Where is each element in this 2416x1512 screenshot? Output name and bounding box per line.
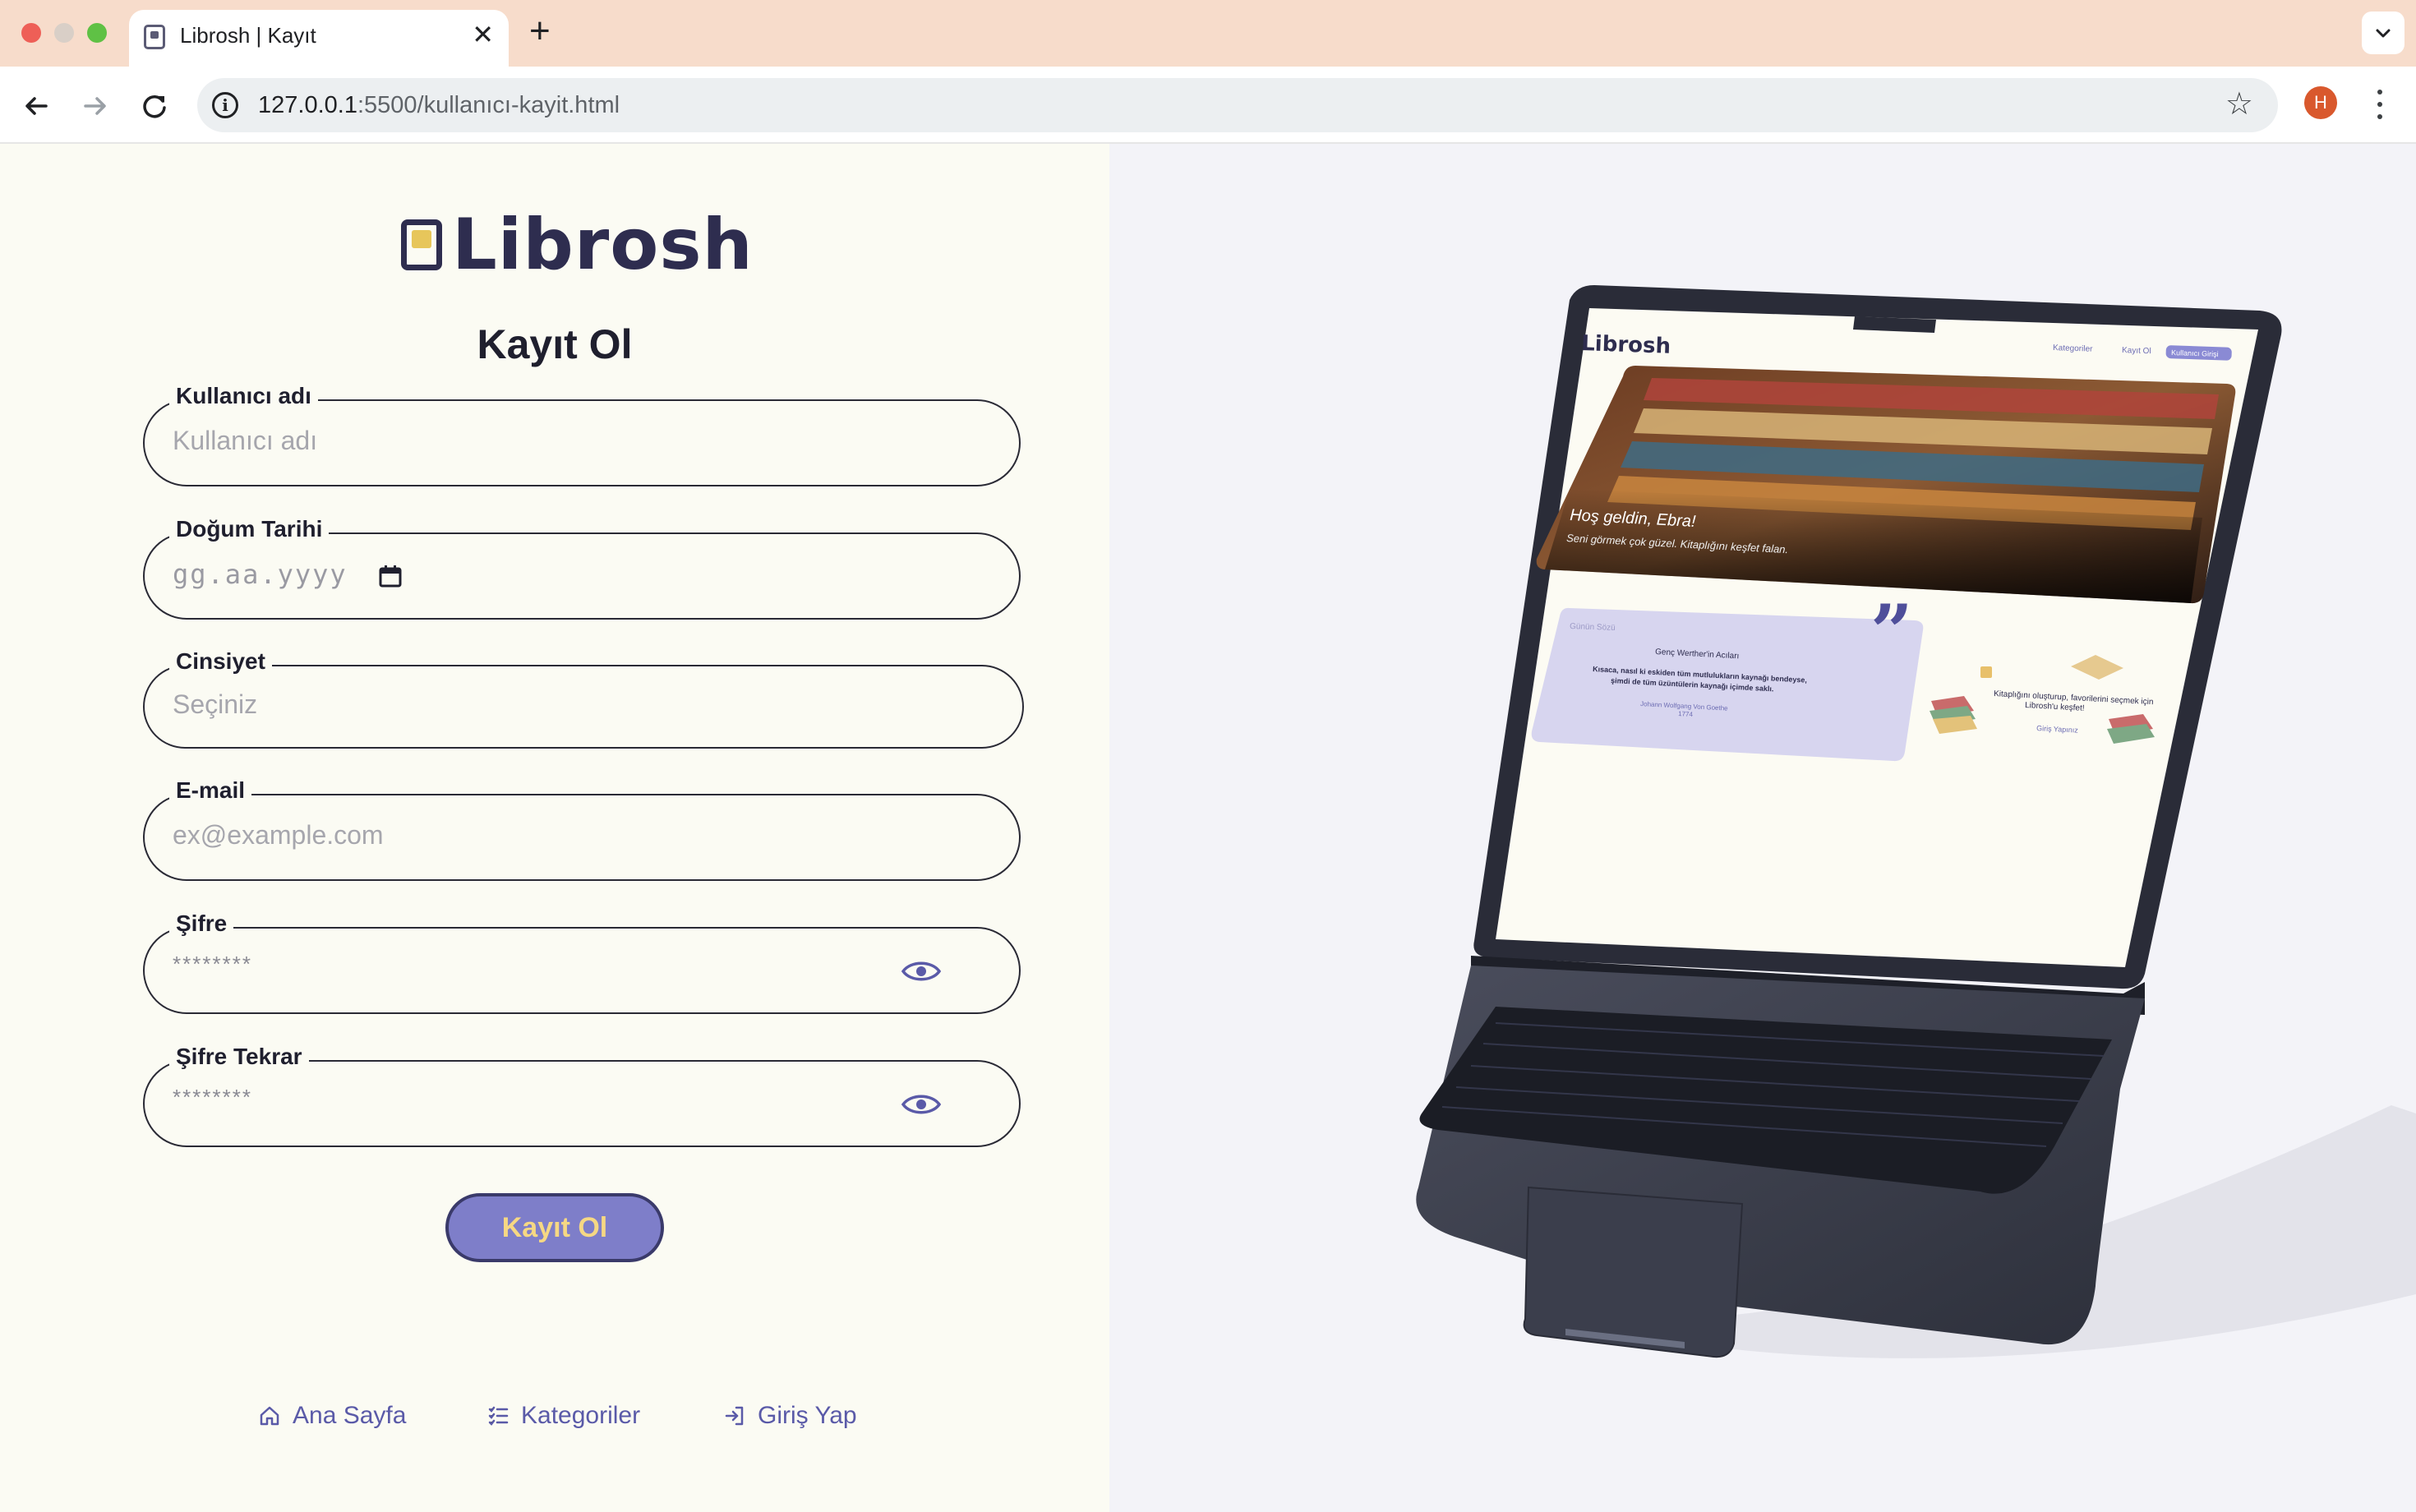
footer-link-login[interactable]: Giriş Yap — [723, 1402, 857, 1430]
bookmark-star-icon[interactable]: ☆ — [2225, 88, 2253, 121]
window-close-button[interactable] — [21, 23, 41, 43]
url-host: 127.0.0.1 — [258, 92, 357, 118]
quote-mark-icon: ” — [1870, 588, 1913, 675]
url-path: :5500/kullanıcı-kayit.html — [357, 92, 620, 118]
birthdate-label: Doğum Tarihi — [169, 513, 330, 546]
calendar-icon[interactable] — [378, 564, 403, 588]
tab-title: Librosh | Kayıt — [180, 23, 316, 48]
browser-menu-icon[interactable] — [2367, 81, 2393, 127]
tab-close-icon[interactable]: ✕ — [472, 20, 494, 49]
footer-categories-label: Kategoriler — [521, 1402, 641, 1429]
chevron-down-icon — [2376, 29, 2391, 38]
footer-home-label: Ana Sayfa — [293, 1402, 407, 1429]
eye-icon[interactable] — [901, 958, 942, 984]
laptop-illustration: Librosh Kategoriler Kayıt Ol Kullanıcı G… — [1416, 285, 2416, 1358]
password-repeat-field[interactable]: Şifre Tekrar ******** — [143, 1040, 1021, 1147]
footer-login-label: Giriş Yap — [758, 1402, 857, 1429]
site-logo[interactable]: Librosh — [401, 204, 754, 286]
page-title: Kayıt Ol — [477, 321, 633, 367]
tea-cup-icon — [1980, 666, 1992, 678]
eye-icon[interactable] — [901, 1091, 942, 1118]
mini-quote-header: Günün Sözü — [1570, 622, 1616, 633]
browser-tab[interactable]: Librosh | Kayıt ✕ — [129, 10, 509, 67]
window-maximize-button[interactable] — [87, 23, 107, 43]
email-field[interactable]: E-mail ex@example.com — [143, 774, 1021, 881]
login-icon — [725, 1406, 744, 1426]
mini-quote-year: 1774 — [1678, 710, 1694, 718]
mini-nav-login: Kullanıcı Girişi — [2171, 348, 2219, 358]
tab-search-button[interactable] — [2362, 12, 2404, 54]
footer-link-categories[interactable]: Kategoriler — [486, 1402, 640, 1430]
browser-tab-bar: Librosh | Kayıt ✕ + — [0, 0, 2416, 67]
trackpad — [1523, 1186, 1744, 1358]
password-field[interactable]: Şifre ******** — [143, 907, 1021, 1014]
forward-arrow-icon[interactable] — [77, 88, 113, 124]
site-info-icon[interactable] — [212, 92, 238, 118]
url-text[interactable]: 127.0.0.1:5500/kullanıcı-kayit.html — [258, 92, 620, 119]
back-arrow-icon[interactable] — [18, 88, 54, 124]
mini-nav-register: Kayıt Ol — [2122, 346, 2151, 356]
address-bar[interactable]: 127.0.0.1:5500/kullanıcı-kayit.html ☆ — [197, 78, 2278, 132]
password-label: Şifre — [169, 907, 234, 940]
list-icon — [488, 1406, 509, 1426]
username-input[interactable]: Kullanıcı adı — [173, 426, 317, 456]
password-repeat-label: Şifre Tekrar — [169, 1040, 309, 1073]
email-input[interactable]: ex@example.com — [173, 820, 384, 850]
profile-avatar[interactable]: H — [2304, 86, 2337, 119]
window-minimize-button[interactable] — [54, 23, 74, 43]
username-label: Kullanıcı adı — [169, 380, 318, 413]
mini-logo: Librosh — [1581, 331, 1671, 359]
email-label: E-mail — [169, 774, 252, 807]
mini-nav-categories: Kategoriler — [2053, 343, 2093, 354]
book-logo-icon — [401, 219, 442, 270]
reload-icon[interactable] — [136, 88, 173, 124]
footer-link-home[interactable]: Ana Sayfa — [258, 1402, 406, 1430]
birthdate-input[interactable]: gg.aa.yyyy — [173, 559, 348, 590]
logo-text: Librosh — [452, 204, 754, 286]
password-repeat-input[interactable]: ******** — [173, 1085, 252, 1110]
username-field[interactable]: Kullanıcı adı Kullanıcı adı — [143, 380, 1021, 486]
register-button[interactable]: Kayıt Ol — [445, 1193, 664, 1262]
password-input[interactable]: ******** — [173, 952, 252, 977]
gender-selected-value[interactable]: Seçiniz — [173, 689, 257, 720]
home-icon — [260, 1406, 279, 1426]
book-favicon-icon — [144, 25, 165, 49]
birthdate-field[interactable]: Doğum Tarihi gg.aa.yyyy — [143, 513, 1021, 620]
browser-toolbar: 127.0.0.1:5500/kullanıcı-kayit.html ☆ H — [0, 67, 2416, 144]
new-tab-button[interactable]: + — [529, 13, 551, 49]
gender-label: Cinsiyet — [169, 645, 272, 678]
gender-select[interactable]: Cinsiyet Seçiniz — [143, 645, 1024, 749]
